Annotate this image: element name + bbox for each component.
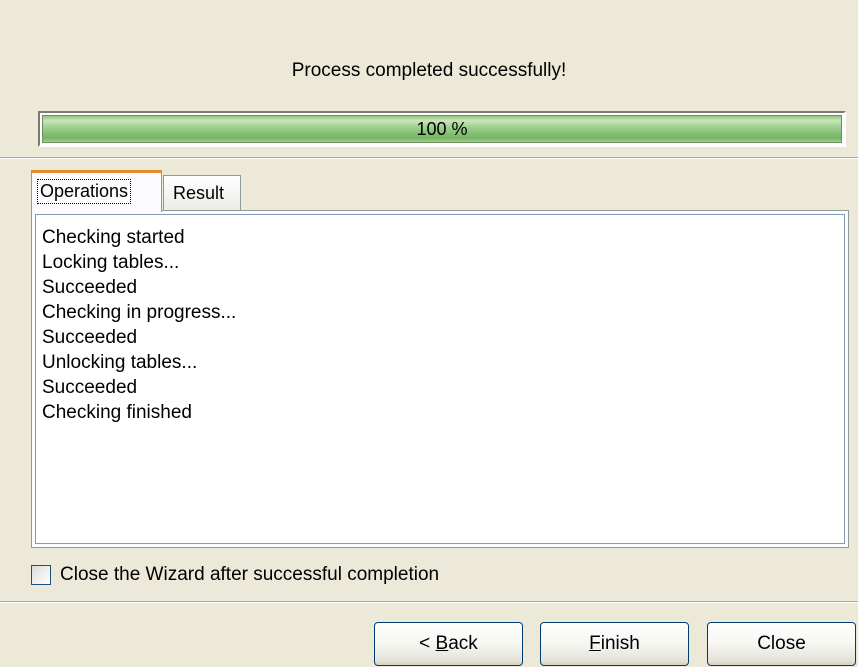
finish-button-mnemonic: F — [589, 633, 601, 654]
operations-panel: Checking started Locking tables... Succe… — [31, 210, 849, 548]
log-line: Succeeded — [42, 277, 138, 298]
tab-operations[interactable]: Operations — [31, 170, 162, 212]
back-button-mnemonic: B — [435, 633, 449, 654]
finish-button[interactable]: Finish — [540, 622, 689, 666]
tab-result[interactable]: Result — [163, 175, 241, 211]
back-button[interactable]: < Back — [374, 622, 523, 666]
finish-button-rest: inish — [600, 633, 640, 654]
top-divider — [0, 157, 858, 159]
progress-track: 100 % — [42, 115, 842, 143]
close-wizard-label: Close the Wizard after successful comple… — [60, 564, 440, 585]
close-wizard-checkbox[interactable] — [31, 565, 51, 585]
close-button-label: Close — [757, 633, 806, 654]
log-line: Checking in progress... — [42, 302, 237, 323]
progress-bar: 100 % — [38, 111, 846, 147]
back-button-rest: ack — [448, 633, 478, 654]
operations-log[interactable]: Checking started Locking tables... Succe… — [35, 214, 845, 544]
tab-result-label: Result — [173, 183, 225, 203]
close-wizard-option[interactable]: Close the Wizard after successful comple… — [31, 564, 439, 586]
back-button-prefix: < — [419, 633, 436, 654]
status-message: Process completed successfully! — [291, 60, 567, 81]
log-line: Succeeded — [42, 377, 138, 398]
bottom-divider — [0, 601, 858, 603]
log-line: Checking started — [42, 227, 185, 248]
log-line: Locking tables... — [42, 252, 180, 273]
log-line: Succeeded — [42, 327, 138, 348]
log-line: Checking finished — [42, 402, 192, 423]
progress-label: 100 % — [416, 118, 468, 139]
tab-operations-label: Operations — [37, 179, 132, 204]
close-button[interactable]: Close — [707, 622, 856, 666]
log-line: Unlocking tables... — [42, 352, 198, 373]
